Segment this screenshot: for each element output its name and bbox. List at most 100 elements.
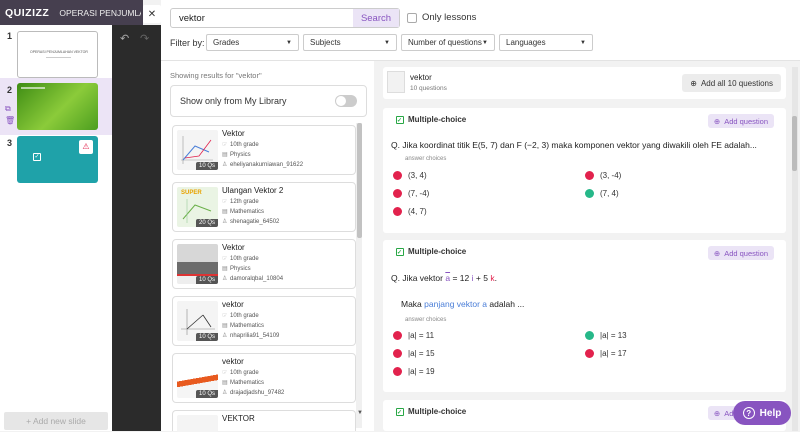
user-icon: ♙ (222, 162, 228, 168)
grade-icon: ☞ (222, 313, 228, 319)
quiz-result-card[interactable]: 10 Qs Vektor ☞ 10th grade ▤ Physics ♙ eheli… (172, 125, 356, 175)
my-library-toggle-row[interactable]: Show only from My Library (170, 85, 367, 117)
help-button[interactable]: ? Help (733, 401, 791, 425)
grade-text: 10th grade (230, 370, 259, 376)
quiz-result-card[interactable]: 10 Qs Vektor ☞ 10th grade ▤ Physics ♙ damor… (172, 239, 356, 289)
add-all-questions-button[interactable]: ⊕ Add all 10 questions (682, 74, 781, 92)
grades-dropdown-label: Grades (213, 38, 240, 47)
quiz-result-card[interactable]: SUPER 20 Qs Ulangan Vektor 2 ☞ 12th grade… (172, 182, 356, 232)
undo-icon[interactable]: ↶ (120, 32, 129, 45)
answer-option-text: |a| = 15 (408, 349, 435, 358)
languages-dropdown[interactable]: Languages ▼ (499, 34, 593, 51)
slide-1-subtitle-line (46, 57, 71, 58)
incorrect-dot-icon (393, 331, 402, 340)
vector-a: a (445, 273, 451, 283)
close-modal-button[interactable]: ✕ (143, 5, 161, 23)
number-of-questions-dropdown[interactable]: Number of questions ▼ (401, 34, 495, 51)
user-icon: ♙ (222, 219, 228, 225)
slide-thumbnail-2[interactable] (17, 83, 98, 130)
subject-row: ▤ Mathematics (222, 322, 264, 329)
help-label: Help (759, 407, 782, 419)
languages-dropdown-label: Languages (506, 38, 546, 47)
question-mark-icon: ? (742, 407, 755, 419)
question-text-part: + 5 (475, 273, 488, 283)
only-lessons-label: Only lessons (422, 12, 477, 23)
quiz-title: Vektor (222, 129, 245, 138)
my-library-toggle[interactable] (335, 95, 357, 107)
redo-icon[interactable]: ↷ (140, 32, 149, 45)
quiz-result-card[interactable]: 10 Qs vektor ☞ 10th grade ▤ Mathematics ♙ n… (172, 296, 356, 346)
grade-row: ☞ 10th grade (222, 369, 259, 376)
quiz-result-card[interactable]: 10 Qs vektor ☞ 10th grade ▤ Mathematics ♙ d… (172, 353, 356, 403)
chevron-down-icon: ▼ (580, 39, 586, 46)
slide-2-text-line (21, 87, 45, 89)
plus-circle-icon: ⊕ (690, 78, 697, 88)
copy-icon[interactable]: ⧉ (5, 104, 11, 114)
add-question-button[interactable]: ⊕Add question (707, 114, 774, 128)
close-icon: ✕ (147, 8, 157, 20)
question-type: ✓ Multiple-choice (396, 247, 466, 256)
checkbox-icon (407, 12, 417, 23)
book-icon: ▤ (222, 266, 228, 272)
my-library-label: Show only from My Library (180, 96, 287, 106)
check-square-icon: ✓ (396, 247, 404, 256)
slide-panel: 1 OPERASI PENJUMLAHAN VEKTOR 2 ⧉ 🗑 3 ✓ ⚠… (0, 25, 112, 431)
book-icon: ▤ (222, 323, 228, 329)
trash-icon[interactable]: 🗑 (5, 116, 15, 125)
search-button[interactable]: Search (353, 9, 399, 27)
slide-thumbnail-1[interactable]: OPERASI PENJUMLAHAN VEKTOR (17, 31, 98, 78)
slide-number: 3 (7, 138, 13, 148)
search-input[interactable] (171, 9, 341, 27)
preview-scrollbar-thumb[interactable] (792, 116, 797, 171)
author-row: ♙ nhaprilia91_54109 (222, 332, 279, 339)
grade-icon: ☞ (222, 142, 228, 148)
answer-option-text: |a| = 17 (600, 349, 627, 358)
subjects-dropdown[interactable]: Subjects ▼ (303, 34, 397, 51)
warning-icon[interactable]: ⚠ (79, 140, 93, 154)
quiz-thumbnail: 10 Qs (177, 301, 218, 341)
grade-icon: ☞ (222, 256, 228, 262)
incorrect-dot-icon (393, 367, 402, 376)
preview-header: vektor 10 questions ⊕ Add all 10 question… (383, 67, 786, 99)
author-row: ♙ shenagatie_64502 (222, 218, 279, 225)
subject-row: ▤ Mathematics (222, 208, 264, 215)
add-question-label: Add question (724, 248, 768, 258)
grade-icon: ☞ (222, 370, 228, 376)
author-text: nhaprilia91_54109 (230, 333, 280, 339)
grade-text: 12th grade (230, 199, 259, 205)
question-bank-modal: Search Only lessons Filter by: Grades ▼ S… (161, 0, 800, 432)
incorrect-dot-icon (393, 349, 402, 358)
add-question-button[interactable]: ⊕Add question (707, 246, 774, 260)
answer-option: |a| = 15 (393, 349, 435, 358)
question-count-badge: 10 Qs (195, 390, 218, 398)
unit-i: i (471, 273, 474, 283)
incorrect-dot-icon (393, 171, 402, 180)
chevron-down-icon: ▼ (482, 39, 488, 46)
answer-option-text: |a| = 11 (408, 331, 435, 340)
correct-dot-icon (585, 331, 594, 340)
quiz-result-card[interactable]: VEKTOR (172, 410, 356, 432)
answer-choices-label: answer choices (405, 317, 447, 323)
question-type-label: Multiple-choice (408, 115, 467, 124)
results-scrollbar-thumb[interactable] (357, 123, 362, 238)
only-lessons-checkbox[interactable]: Only lessons (407, 12, 476, 23)
answer-option-text: |a| = 19 (408, 367, 435, 376)
slide-1-title: OPERASI PENJUMLAHAN VEKTOR (30, 50, 88, 54)
correct-dot-icon (585, 189, 594, 198)
scroll-down-icon[interactable]: ▼ (357, 410, 363, 416)
answer-option-text: (7, -4) (408, 189, 430, 198)
author-text: eheliyanakurniawan_91622 (230, 162, 304, 168)
author-text: shenagatie_64502 (230, 219, 280, 225)
author-row: ♙ eheliyanakurniawan_91622 (222, 161, 303, 168)
slide-thumbnail-3[interactable]: ✓ ⚠ (17, 136, 98, 183)
add-new-slide-button[interactable]: + Add new slide (4, 412, 108, 430)
check-square-icon: ✓ (396, 115, 404, 124)
grade-text: 10th grade (230, 313, 259, 319)
subject-text: Mathematics (230, 209, 265, 215)
grades-dropdown[interactable]: Grades ▼ (206, 34, 299, 51)
question-count-badge: 10 Qs (195, 162, 218, 170)
user-icon: ♙ (222, 333, 228, 339)
subjects-dropdown-label: Subjects (310, 38, 341, 47)
quiz-title[interactable]: OPERASI PENJUMLAH... (59, 8, 141, 18)
answer-option: |a| = 13 (585, 331, 627, 340)
